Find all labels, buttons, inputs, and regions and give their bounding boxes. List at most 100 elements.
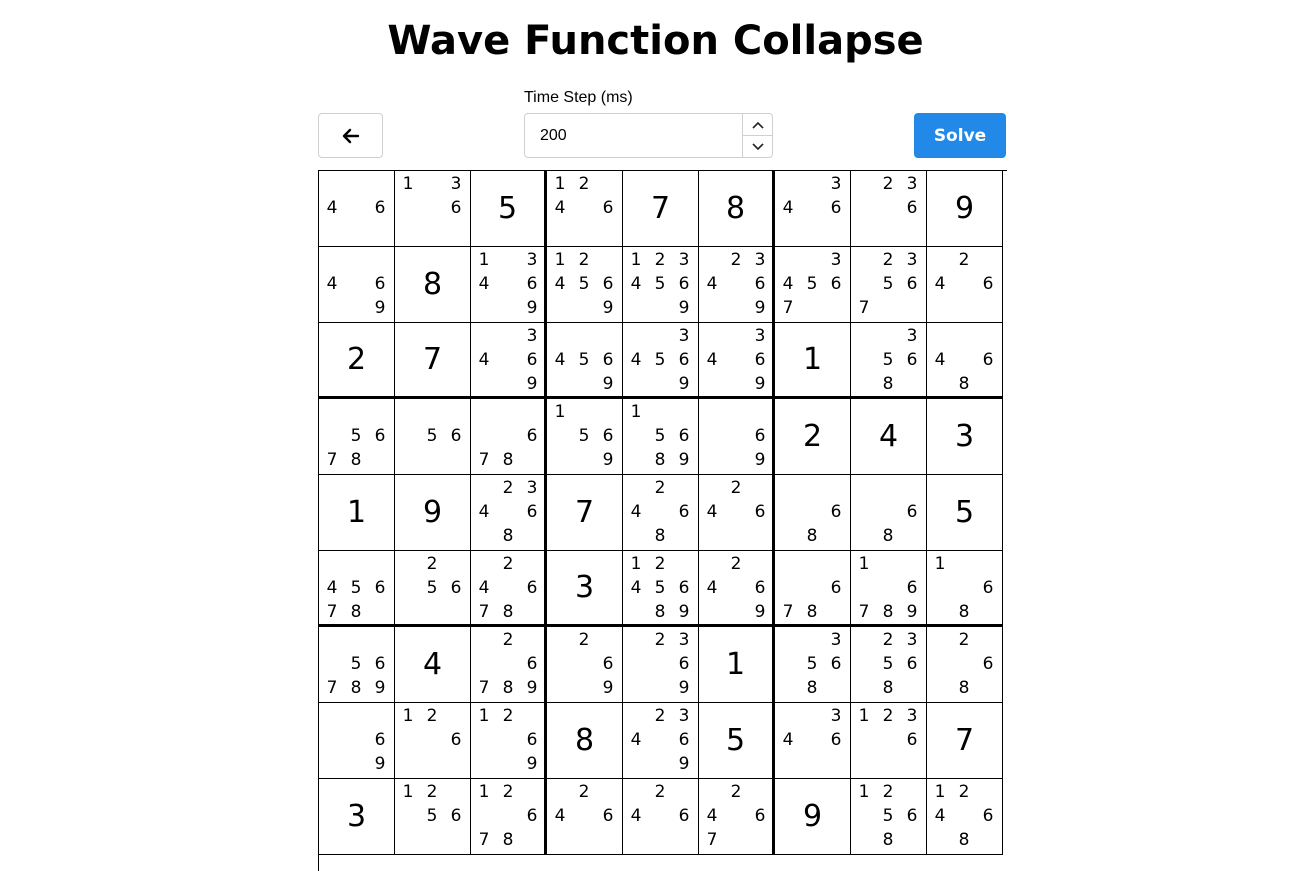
sudoku-cell-r8c4[interactable]: 8 [547, 703, 623, 779]
sudoku-cell-r5c5[interactable]: 24 68 [623, 475, 699, 551]
sudoku-cell-r5c7[interactable]: 68 [775, 475, 851, 551]
sudoku-cell-r8c2[interactable]: 126 [395, 703, 471, 779]
sudoku-cell-r3c8[interactable]: 3568 [851, 323, 927, 399]
sudoku-cell-r9c2[interactable]: 12 56 [395, 779, 471, 855]
sudoku-cell-r6c2[interactable]: 2 56 [395, 551, 471, 627]
cell-candidate: 6 [982, 654, 994, 674]
sudoku-cell-r8c5[interactable]: 23 4 6 9 [623, 703, 699, 779]
sudoku-cell-r9c5[interactable]: 24 6 [623, 779, 699, 855]
sudoku-cell-r9c7[interactable]: 9 [775, 779, 851, 855]
sudoku-cell-r7c5[interactable]: 23 6 9 [623, 627, 699, 703]
sudoku-cell-r6c8[interactable]: 1 6 789 [851, 551, 927, 627]
sudoku-cell-r5c1[interactable]: 1 [319, 475, 395, 551]
sudoku-cell-r2c1[interactable]: 4 6 9 [319, 247, 395, 323]
sudoku-cell-r4c7[interactable]: 2 [775, 399, 851, 475]
cell-value: 9 [802, 799, 823, 834]
sudoku-cell-r7c4[interactable]: 26 9 [547, 627, 623, 703]
sudoku-cell-r8c1[interactable]: 69 [319, 703, 395, 779]
sudoku-cell-r6c9[interactable]: 1 68 [927, 551, 1003, 627]
back-button[interactable] [318, 113, 383, 158]
cell-candidate: 9 [374, 678, 386, 698]
sudoku-cell-r9c9[interactable]: 124 68 [927, 779, 1003, 855]
sudoku-cell-r7c1[interactable]: 56 789 [319, 627, 395, 703]
sudoku-cell-r1c3[interactable]: 5 [471, 171, 547, 247]
sudoku-cell-r5c9[interactable]: 5 [927, 475, 1003, 551]
sudoku-cell-r9c1[interactable]: 3 [319, 779, 395, 855]
solve-button[interactable]: Solve [914, 113, 1006, 158]
sudoku-cell-r6c3[interactable]: 24 6 78 [471, 551, 547, 627]
sudoku-cell-r1c4[interactable]: 124 6 [547, 171, 623, 247]
sudoku-cell-r7c2[interactable]: 4 [395, 627, 471, 703]
sudoku-cell-r7c7[interactable]: 3568 [775, 627, 851, 703]
sudoku-cell-r2c2[interactable]: 8 [395, 247, 471, 323]
sudoku-cell-r2c8[interactable]: 2356 7 [851, 247, 927, 323]
sudoku-cell-r9c8[interactable]: 12 568 [851, 779, 927, 855]
sudoku-cell-r2c6[interactable]: 23 4 6 9 [699, 247, 775, 323]
sudoku-cell-r5c6[interactable]: 24 6 [699, 475, 775, 551]
cell-candidate: 4 [782, 730, 794, 750]
sudoku-cell-r1c5[interactable]: 7 [623, 171, 699, 247]
sudoku-cell-r2c7[interactable]: 3 456 7 [775, 247, 851, 323]
sudoku-cell-r9c6[interactable]: 24 6 7 [699, 779, 775, 855]
cell-candidate: 2 [654, 250, 666, 270]
sudoku-cell-r5c8[interactable]: 68 [851, 475, 927, 551]
sudoku-cell-r1c1[interactable]: 46 [319, 171, 395, 247]
sudoku-cell-r6c6[interactable]: 24 6 9 [699, 551, 775, 627]
sudoku-cell-r7c6[interactable]: 1 [699, 627, 775, 703]
sudoku-cell-r8c9[interactable]: 7 [927, 703, 1003, 779]
sudoku-cell-r4c8[interactable]: 4 [851, 399, 927, 475]
sudoku-cell-r4c6[interactable]: 69 [699, 399, 775, 475]
sudoku-cell-r3c6[interactable]: 3 4 6 9 [699, 323, 775, 399]
sudoku-cell-r3c3[interactable]: 3 4 6 9 [471, 323, 547, 399]
cell-candidate: 5 [654, 274, 666, 294]
sudoku-cell-r4c1[interactable]: 56 78 [319, 399, 395, 475]
sudoku-cell-r3c1[interactable]: 2 [319, 323, 395, 399]
sudoku-cell-r7c8[interactable]: 23568 [851, 627, 927, 703]
sudoku-cell-r8c8[interactable]: 123 6 [851, 703, 927, 779]
sudoku-cell-r5c2[interactable]: 9 [395, 475, 471, 551]
sudoku-cell-r8c6[interactable]: 5 [699, 703, 775, 779]
sudoku-cell-r4c9[interactable]: 3 [927, 399, 1003, 475]
cell-candidate: 6 [982, 578, 994, 598]
sudoku-cell-r6c7[interactable]: 6 78 [775, 551, 851, 627]
sudoku-cell-r7c3[interactable]: 26 789 [471, 627, 547, 703]
sudoku-cell-r5c3[interactable]: 23 4 68 [471, 475, 547, 551]
sudoku-cell-r1c9[interactable]: 9 [927, 171, 1003, 247]
sudoku-cell-r4c2[interactable]: 56 [395, 399, 471, 475]
sudoku-cell-r3c2[interactable]: 7 [395, 323, 471, 399]
time-step-input[interactable] [525, 114, 741, 157]
decrement-button[interactable] [743, 135, 772, 157]
sudoku-cell-r1c2[interactable]: 1 3 6 [395, 171, 471, 247]
sudoku-cell-r4c5[interactable]: 15689 [623, 399, 699, 475]
sudoku-cell-r6c4[interactable]: 3 [547, 551, 623, 627]
sudoku-cell-r2c3[interactable]: 1 3 4 6 9 [471, 247, 547, 323]
sudoku-cell-r2c9[interactable]: 24 6 [927, 247, 1003, 323]
sudoku-cell-r2c4[interactable]: 12456 9 [547, 247, 623, 323]
cell-candidate: 9 [526, 374, 538, 394]
sudoku-cell-r3c7[interactable]: 1 [775, 323, 851, 399]
cell-candidate: 2 [730, 782, 742, 802]
cell-candidate: 1 [858, 706, 870, 726]
increment-button[interactable] [743, 114, 772, 135]
sudoku-cell-r4c3[interactable]: 6 78 [471, 399, 547, 475]
cell-candidate: 6 [830, 274, 842, 294]
cell-candidate: 8 [502, 450, 514, 470]
sudoku-cell-r1c7[interactable]: 3 4 6 [775, 171, 851, 247]
sudoku-cell-r1c6[interactable]: 8 [699, 171, 775, 247]
sudoku-cell-r9c4[interactable]: 24 6 [547, 779, 623, 855]
sudoku-cell-r4c4[interactable]: 1569 [547, 399, 623, 475]
sudoku-cell-r6c5[interactable]: 1245689 [623, 551, 699, 627]
sudoku-cell-r3c4[interactable]: 456 9 [547, 323, 623, 399]
sudoku-cell-r3c5[interactable]: 3 456 9 [623, 323, 699, 399]
cell-candidate: 6 [754, 426, 766, 446]
sudoku-cell-r6c1[interactable]: 456 78 [319, 551, 395, 627]
sudoku-cell-r1c8[interactable]: 23 6 [851, 171, 927, 247]
sudoku-cell-r8c3[interactable]: 126 9 [471, 703, 547, 779]
sudoku-cell-r3c9[interactable]: 4 68 [927, 323, 1003, 399]
sudoku-cell-r8c7[interactable]: 3 4 6 [775, 703, 851, 779]
cell-candidate: 6 [906, 274, 918, 294]
sudoku-cell-r7c9[interactable]: 268 [927, 627, 1003, 703]
sudoku-cell-r2c5[interactable]: 123 456 9 [623, 247, 699, 323]
sudoku-cell-r9c3[interactable]: 126 78 [471, 779, 547, 855]
sudoku-cell-r5c4[interactable]: 7 [547, 475, 623, 551]
